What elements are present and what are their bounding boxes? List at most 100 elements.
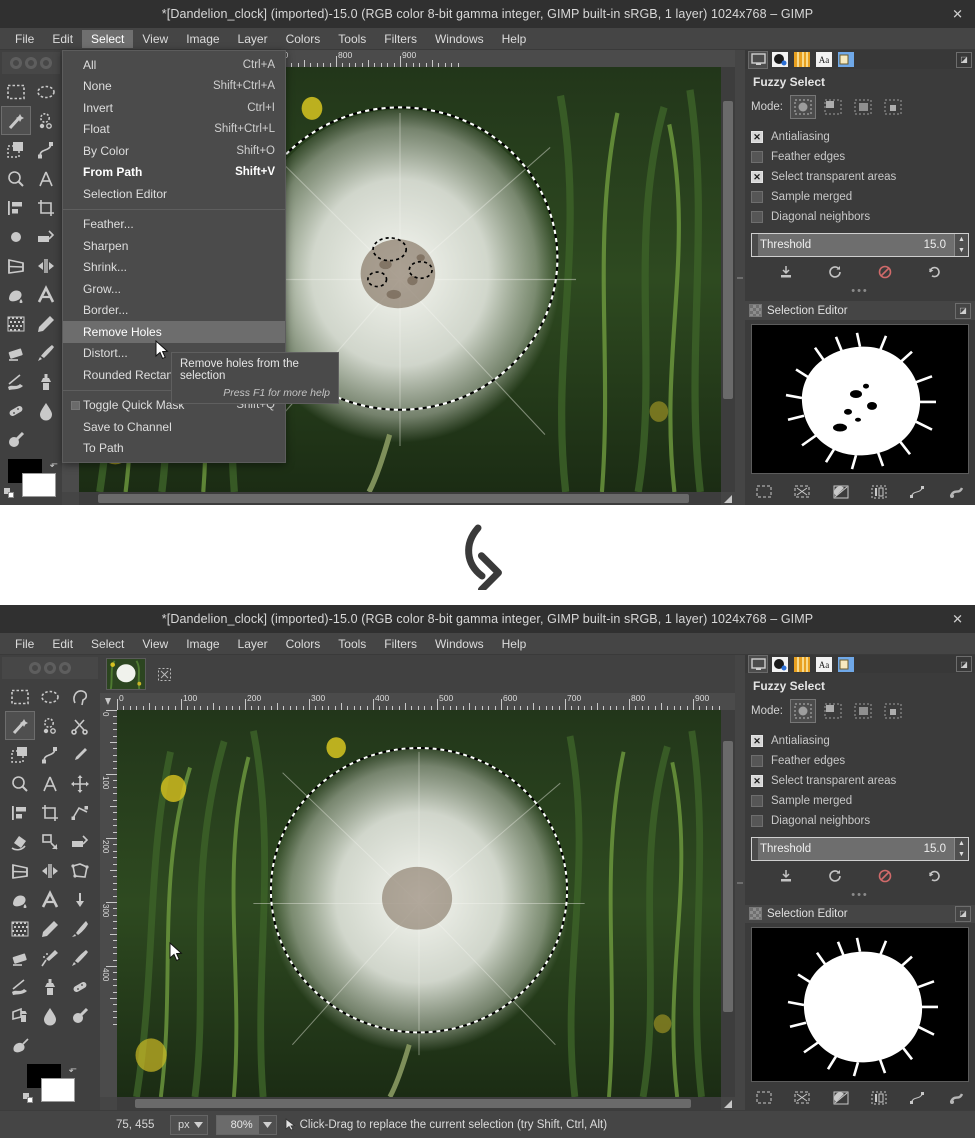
checkbox-sample-merged[interactable]: Sample merged xyxy=(751,187,969,207)
select-none-icon-after[interactable] xyxy=(791,1088,813,1108)
shear-icon[interactable] xyxy=(65,827,95,856)
menu-item-sharpen[interactable]: Sharpen xyxy=(63,235,285,257)
image-tab-dandelion[interactable] xyxy=(106,658,146,690)
menu-item-invert[interactable]: InvertCtrl+I xyxy=(63,97,285,119)
gradient-icon[interactable] xyxy=(65,885,95,914)
checkbox-indicator[interactable] xyxy=(751,815,763,827)
menu-item-by-color[interactable]: By ColorShift+O xyxy=(63,140,285,162)
rect-select-icon[interactable] xyxy=(5,682,35,711)
free-select-icon[interactable] xyxy=(65,682,95,711)
save-tool-preset-icon[interactable] xyxy=(775,262,797,282)
ellipse-select-icon[interactable] xyxy=(35,682,65,711)
mode-intersect-icon[interactable] xyxy=(880,95,906,119)
close-icon[interactable]: ✕ xyxy=(952,8,963,21)
zoom-icon[interactable] xyxy=(1,164,31,193)
menu-filters-after[interactable]: Filters xyxy=(375,635,426,653)
paths-icon[interactable] xyxy=(31,135,61,164)
checkbox-select-transparent-areas[interactable]: Select transparent areas xyxy=(751,167,969,187)
default-colors-icon[interactable] xyxy=(4,488,15,499)
menu-windows[interactable]: Windows xyxy=(426,30,493,48)
selection-preview-after[interactable] xyxy=(751,927,969,1082)
menu-item-from-path[interactable]: From PathShift+V xyxy=(63,162,285,184)
mode-replace-icon[interactable] xyxy=(790,95,816,119)
select-by-color-icon[interactable] xyxy=(35,711,65,740)
image-canvas-after[interactable] xyxy=(117,710,721,1097)
shear-icon[interactable] xyxy=(31,222,61,251)
bucket-fill-icon[interactable] xyxy=(5,885,35,914)
invert-selection-icon-after[interactable] xyxy=(830,1088,852,1108)
stroke-selection-icon-after[interactable] xyxy=(945,1088,967,1108)
perspective-icon[interactable] xyxy=(5,856,35,885)
color-swatch-after[interactable]: ⬐ xyxy=(21,1064,79,1104)
clone-icon[interactable] xyxy=(35,972,65,1001)
mypaint-brush-icon[interactable] xyxy=(5,1030,35,1059)
menu-tools-after[interactable]: Tools xyxy=(329,635,375,653)
checkbox-antialiasing[interactable]: Antialiasing xyxy=(751,127,969,147)
blur-icon[interactable] xyxy=(35,1001,65,1030)
airbrush-icon[interactable] xyxy=(35,943,65,972)
pencil-icon[interactable] xyxy=(35,914,65,943)
perspective-clone-icon[interactable] xyxy=(5,1001,35,1030)
eraser-icon[interactable] xyxy=(1,338,31,367)
dock-tab-fonts-after[interactable]: Aa xyxy=(814,655,834,673)
vertical-ruler-after[interactable]: 0100200300400 xyxy=(100,710,117,1097)
background-color[interactable] xyxy=(22,473,56,497)
checkbox-diagonal-neighbors[interactable]: Diagonal neighbors xyxy=(751,207,969,227)
dock-grip[interactable] xyxy=(735,50,745,505)
menu-image[interactable]: Image xyxy=(177,30,228,48)
ellipse-select-icon[interactable] xyxy=(31,77,61,106)
default-colors-icon-after[interactable] xyxy=(23,1093,34,1104)
save-to-channel-icon[interactable] xyxy=(868,482,890,502)
menu-layer[interactable]: Layer xyxy=(229,30,277,48)
foreground-select-icon[interactable] xyxy=(1,135,31,164)
checkbox-sample-merged[interactable]: Sample merged xyxy=(751,791,969,811)
select-all-icon[interactable] xyxy=(753,482,775,502)
menu-layer-after[interactable]: Layer xyxy=(229,635,277,653)
checkbox-indicator[interactable] xyxy=(751,775,763,787)
menu-item-feather[interactable]: Feather... xyxy=(63,214,285,236)
delete-tool-preset-icon[interactable] xyxy=(874,262,896,282)
paintbrush-icon[interactable] xyxy=(65,914,95,943)
eraser-icon[interactable] xyxy=(5,943,35,972)
dock-menu-icon[interactable]: ◪ xyxy=(956,52,972,68)
crop-icon[interactable] xyxy=(35,798,65,827)
clone-icon[interactable] xyxy=(31,367,61,396)
menu-windows-after[interactable]: Windows xyxy=(426,635,493,653)
checkbox-indicator[interactable] xyxy=(751,191,763,203)
align-icon[interactable] xyxy=(1,193,31,222)
selection-to-path-icon[interactable] xyxy=(906,482,928,502)
menu-checkbox[interactable] xyxy=(71,401,80,410)
dock-tab-tool-options[interactable] xyxy=(748,51,768,69)
threshold-slider-after[interactable]: Threshold 15.0 ▲▼ xyxy=(751,837,969,861)
menu-item-grow[interactable]: Grow... xyxy=(63,278,285,300)
ruler-origin-icon-after[interactable] xyxy=(100,693,117,710)
dock-tab-tool-options-after[interactable] xyxy=(748,655,768,673)
rect-select-icon[interactable] xyxy=(1,77,31,106)
scissors-select-icon[interactable] xyxy=(65,711,95,740)
selection-editor-menu-icon-after[interactable]: ◪ xyxy=(955,906,971,922)
menu-colors-after[interactable]: Colors xyxy=(277,635,330,653)
selection-editor-menu-icon[interactable]: ◪ xyxy=(955,303,971,319)
save-to-channel-icon-after[interactable] xyxy=(868,1088,890,1108)
heal-icon[interactable] xyxy=(1,396,31,425)
navigation-icon-after[interactable] xyxy=(721,1097,735,1110)
checkbox-indicator[interactable] xyxy=(751,171,763,183)
invert-selection-icon[interactable] xyxy=(830,482,852,502)
unified-transform-icon[interactable] xyxy=(65,798,95,827)
menu-help-after[interactable]: Help xyxy=(493,635,536,653)
dodge-burn-icon[interactable] xyxy=(1,425,31,454)
horizontal-scrollbar[interactable] xyxy=(79,492,721,505)
selection-to-path-icon-after[interactable] xyxy=(906,1088,928,1108)
panel-resize-grip-after[interactable]: ••• xyxy=(751,891,969,903)
background-color-after[interactable] xyxy=(41,1078,75,1102)
close-icon-after[interactable]: ✕ xyxy=(952,613,963,626)
checkbox-antialiasing[interactable]: Antialiasing xyxy=(751,731,969,751)
dock-tab-brushes[interactable] xyxy=(770,51,790,69)
menu-select-after[interactable]: Select xyxy=(82,635,133,653)
delete-tool-preset-icon-after[interactable] xyxy=(874,866,896,886)
dock-tab-fonts[interactable]: Aa xyxy=(814,51,834,69)
pattern-icon[interactable] xyxy=(1,309,31,338)
select-by-color-icon[interactable] xyxy=(31,106,61,135)
measure-icon[interactable] xyxy=(31,164,61,193)
unit-selector-after[interactable]: px xyxy=(170,1115,208,1135)
